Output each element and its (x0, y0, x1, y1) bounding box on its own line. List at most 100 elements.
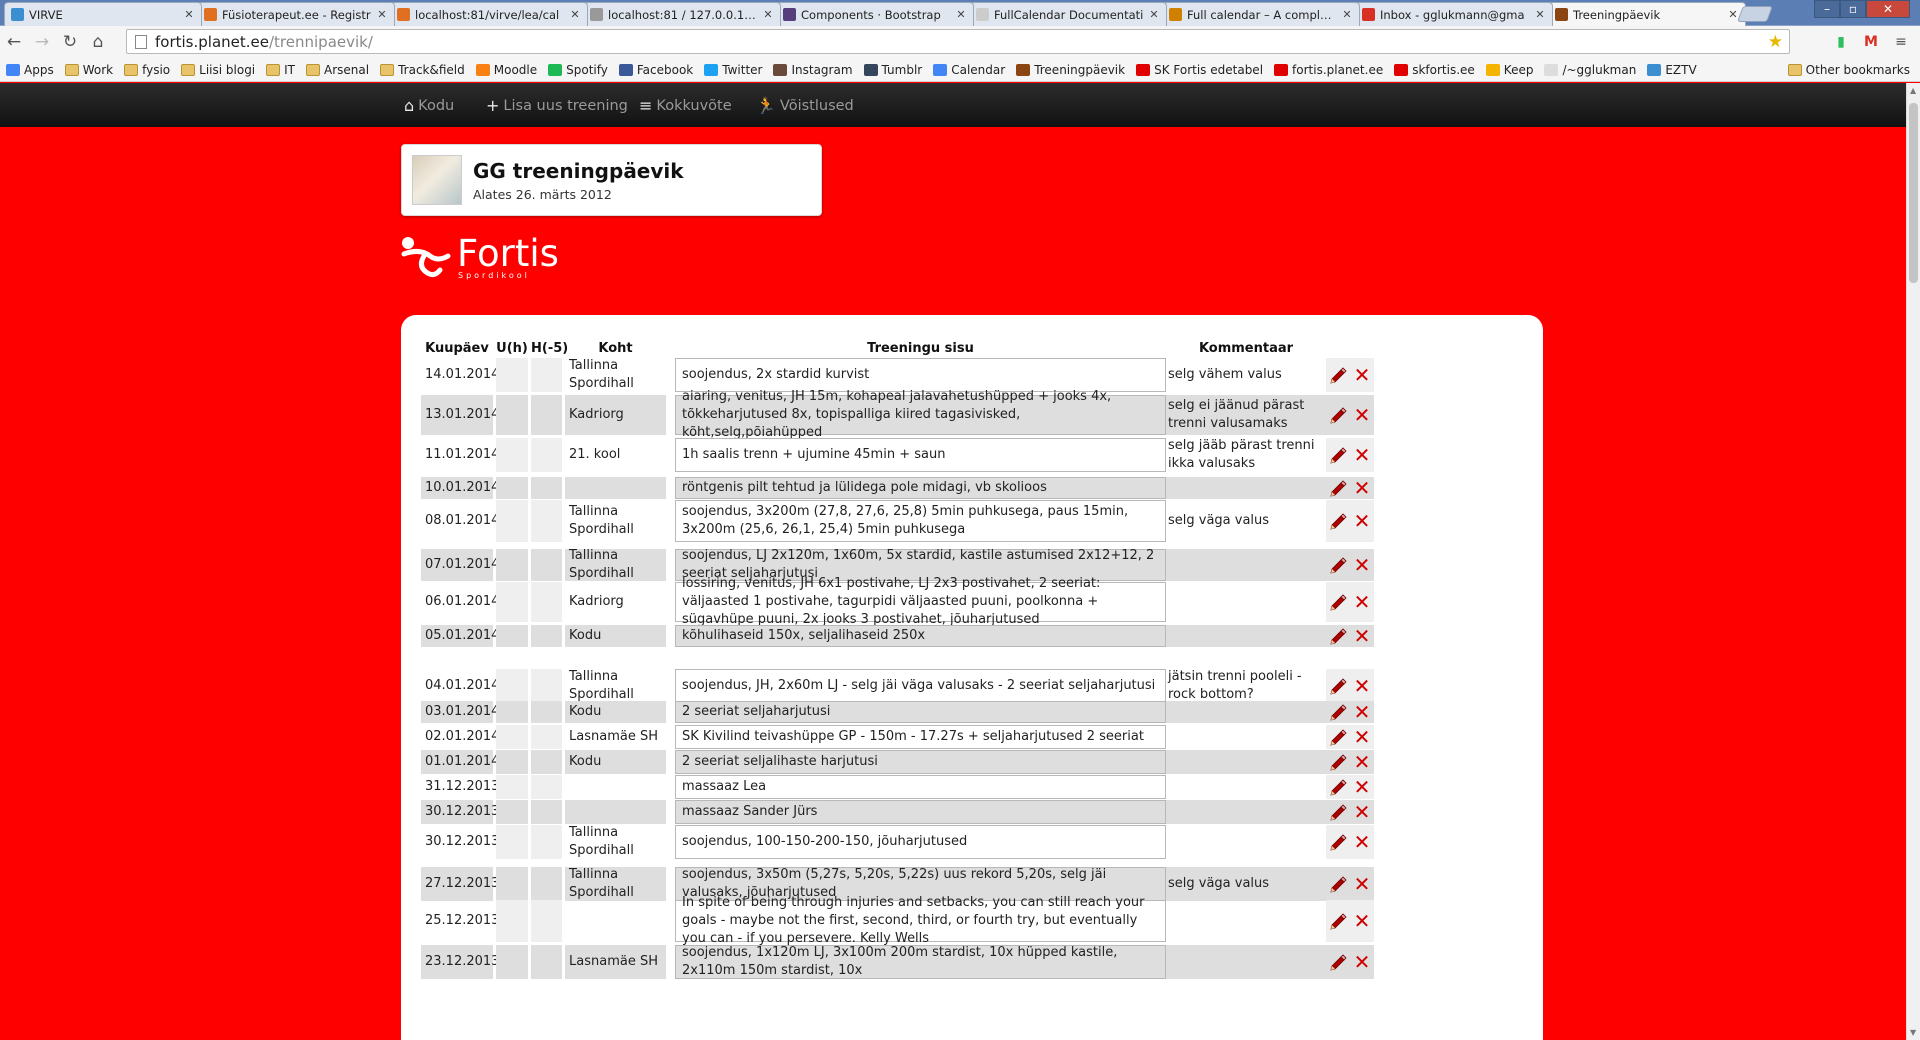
delete-button[interactable]: ✕ (1350, 867, 1374, 901)
bookmark-item[interactable]: Spotify (548, 63, 608, 77)
delete-button[interactable]: ✕ (1350, 825, 1374, 859)
scroll-up-icon[interactable]: ▲ (1910, 86, 1916, 95)
edit-button[interactable] (1326, 945, 1350, 979)
delete-button[interactable]: ✕ (1350, 725, 1374, 749)
nav-competitions[interactable]: 🏃 Võistlused (756, 96, 854, 115)
reload-icon[interactable]: ↻ (56, 28, 84, 56)
edit-button[interactable] (1326, 800, 1350, 824)
bookmark-item[interactable]: Arsenal (306, 63, 369, 77)
bookmark-item[interactable]: Calendar (933, 63, 1005, 77)
delete-button[interactable]: ✕ (1350, 358, 1374, 392)
delete-button[interactable]: ✕ (1350, 549, 1374, 581)
new-tab-button[interactable] (1737, 6, 1773, 22)
gmail-icon[interactable]: M (1860, 31, 1882, 53)
evernote-icon[interactable]: ▮ (1830, 31, 1852, 53)
bookmark-item[interactable]: Keep (1485, 63, 1533, 77)
bookmark-item[interactable]: Facebook (618, 62, 694, 77)
delete-button[interactable]: ✕ (1350, 945, 1374, 979)
edit-button[interactable] (1326, 582, 1350, 622)
delete-button[interactable]: ✕ (1350, 750, 1374, 774)
delete-icon: ✕ (1353, 950, 1371, 974)
delete-button[interactable]: ✕ (1350, 477, 1374, 499)
home-icon[interactable]: ⌂ (84, 28, 112, 56)
edit-button[interactable] (1326, 625, 1350, 647)
tab-close-icon[interactable]: ✕ (1534, 8, 1546, 21)
delete-button[interactable]: ✕ (1350, 775, 1374, 799)
address-bar[interactable]: fortis.planet.ee/trennipaevik/ ★ (126, 29, 1790, 54)
bookmark-item[interactable]: IT (266, 63, 295, 77)
edit-button[interactable] (1326, 775, 1350, 799)
edit-button[interactable] (1326, 867, 1350, 901)
delete-button[interactable]: ✕ (1350, 582, 1374, 622)
window-close-button[interactable]: ✕ (1866, 0, 1910, 18)
delete-button[interactable]: ✕ (1350, 900, 1374, 942)
bookmark-item[interactable]: SK Fortis edetabel (1136, 63, 1263, 77)
extension-icons: ▮ M ≡ (1830, 31, 1912, 53)
bookmark-item[interactable]: /~gglukman (1544, 63, 1636, 77)
edit-button[interactable] (1326, 500, 1350, 542)
browser-tab[interactable]: Full calendar – A complete ✕ (1162, 2, 1360, 26)
browser-tab[interactable]: Treeningpäevik ✕ (1548, 2, 1746, 26)
bookmark-item[interactable]: Tumblr (863, 63, 922, 77)
bookmark-item[interactable]: Apps (6, 63, 54, 77)
browser-tab[interactable]: localhost:81 / 127.0.0.1 / f ✕ (583, 2, 781, 26)
tab-close-icon[interactable]: ✕ (1148, 8, 1160, 21)
bookmark-item[interactable]: fysio (124, 63, 170, 77)
bookmark-item[interactable]: fortis.planet.ee (1274, 63, 1383, 77)
edit-button[interactable] (1326, 750, 1350, 774)
forward-icon[interactable]: → (28, 28, 56, 56)
bookmark-item[interactable]: EZTV (1647, 63, 1697, 77)
tab-close-icon[interactable]: ✕ (183, 8, 195, 21)
delete-button[interactable]: ✕ (1350, 395, 1374, 435)
edit-button[interactable] (1326, 725, 1350, 749)
tab-close-icon[interactable]: ✕ (1341, 8, 1353, 21)
nav-home[interactable]: ⌂ Kodu (404, 96, 454, 115)
browser-tab[interactable]: VIRVE ✕ (4, 2, 202, 26)
nav-add-training[interactable]: + Lisa uus treening (486, 96, 628, 115)
edit-button[interactable] (1326, 549, 1350, 581)
bookmark-label: Facebook (636, 62, 694, 77)
scroll-thumb[interactable] (1909, 103, 1918, 283)
delete-icon: ✕ (1353, 509, 1371, 533)
delete-button[interactable]: ✕ (1350, 625, 1374, 647)
browser-tab[interactable]: localhost:81/virve/lea/cal ✕ (390, 2, 588, 26)
delete-button[interactable]: ✕ (1350, 500, 1374, 542)
edit-button[interactable] (1326, 669, 1350, 703)
browser-tab[interactable]: FullCalendar Documentati ✕ (969, 2, 1167, 26)
browser-tab[interactable]: Füsioterapeut.ee - Registr ✕ (197, 2, 395, 26)
page-scrollbar[interactable]: ▲ ▼ (1906, 83, 1920, 1040)
maximize-button[interactable]: ▫ (1840, 0, 1866, 18)
delete-button[interactable]: ✕ (1350, 438, 1374, 472)
browser-tab[interactable]: Inbox - gglukmann@gma ✕ (1355, 2, 1553, 26)
edit-button[interactable] (1326, 438, 1350, 472)
edit-button[interactable] (1326, 701, 1350, 723)
edit-button[interactable] (1326, 358, 1350, 392)
delete-button[interactable]: ✕ (1350, 669, 1374, 703)
nav-summary[interactable]: ≡ Kokkuvõte (639, 96, 732, 115)
edit-button[interactable] (1326, 825, 1350, 859)
bookmark-item[interactable]: Twitter (704, 63, 762, 77)
tab-close-icon[interactable]: ✕ (762, 8, 774, 21)
edit-button[interactable] (1326, 395, 1350, 435)
back-icon[interactable]: ← (0, 28, 28, 56)
bookmark-item[interactable]: skfortis.ee (1394, 63, 1475, 77)
other-bookmarks[interactable]: Other bookmarks (1787, 63, 1910, 77)
tab-close-icon[interactable]: ✕ (569, 8, 581, 21)
bookmark-item[interactable]: Track&field (380, 63, 465, 77)
delete-button[interactable]: ✕ (1350, 701, 1374, 723)
bookmark-star-icon[interactable]: ★ (1768, 32, 1783, 52)
bookmark-item[interactable]: Work (64, 63, 113, 77)
bookmark-item[interactable]: Treeningpäevik (1016, 63, 1125, 77)
minimize-button[interactable]: – (1814, 0, 1840, 18)
menu-icon[interactable]: ≡ (1890, 31, 1912, 53)
bookmark-item[interactable]: Instagram (773, 63, 853, 77)
tab-close-icon[interactable]: ✕ (376, 8, 388, 21)
bookmark-item[interactable]: Liisi blogi (181, 63, 255, 77)
edit-button[interactable] (1326, 477, 1350, 499)
delete-button[interactable]: ✕ (1350, 800, 1374, 824)
scroll-down-icon[interactable]: ▼ (1910, 1028, 1916, 1037)
edit-button[interactable] (1326, 900, 1350, 942)
browser-tab[interactable]: Components · Bootstrap ✕ (776, 2, 974, 26)
tab-close-icon[interactable]: ✕ (955, 8, 967, 21)
bookmark-item[interactable]: Moodle (475, 63, 537, 77)
